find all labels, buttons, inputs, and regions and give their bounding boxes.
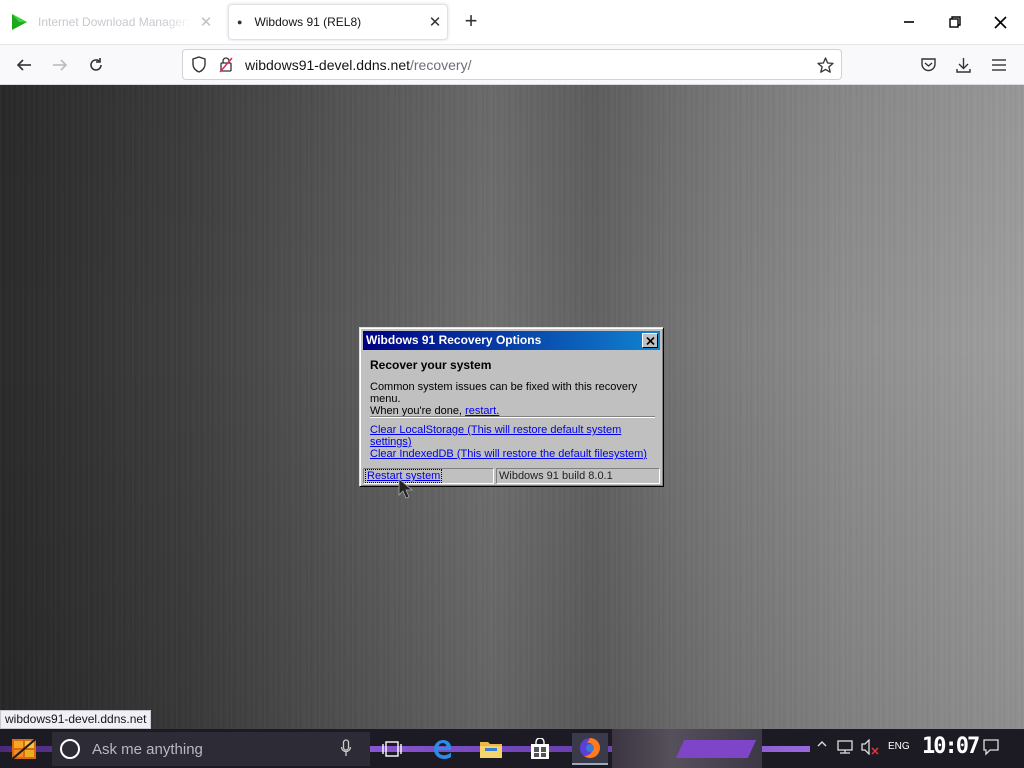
clear-localstorage-link[interactable]: Clear LocalStorage (This will restore de… [370,424,663,448]
insecure-lock-icon[interactable] [219,56,235,74]
tab-close-icon[interactable]: ✕ [423,13,447,31]
taskbar-search-box[interactable]: Ask me anything [52,732,370,766]
url-path: /recovery/ [410,56,472,73]
close-icon [993,15,1007,29]
address-bar[interactable]: wibdows91-devel.ddns.net/recovery/ [182,49,842,80]
taskbar-clock[interactable]: 10:07 [922,734,980,759]
url-text: wibdows91-devel.ddns.net/recovery/ [245,57,471,73]
close-icon [645,336,655,345]
tab-wibdows[interactable]: ● Wibdows 91 (REL8) ✕ [228,4,448,40]
bookmark-star-icon[interactable] [815,55,835,75]
hamburger-menu-icon [992,59,1006,71]
downloads-button[interactable] [949,51,977,79]
microphone-icon[interactable] [340,739,352,762]
link-hover-status: wibdows91-devel.ddns.net [0,710,152,729]
back-button[interactable] [10,51,38,79]
cortana-circle-icon [60,739,80,759]
url-host: wibdows91-devel.ddns.net [245,56,410,73]
network-icon[interactable] [836,739,854,755]
dialog-title-bar[interactable]: Wibdows 91 Recovery Options [363,331,660,350]
file-explorer-taskbar-button[interactable] [473,733,509,765]
build-version-label: Wibdows 91 build 8.0.1 [496,468,660,484]
file-explorer-icon [480,742,502,758]
new-tab-button[interactable]: + [458,9,484,35]
task-view-icon [382,741,402,757]
dialog-heading: Recover your system [370,358,492,372]
recovery-options-dialog: Wibdows 91 Recovery Options Recover your… [359,327,664,487]
edge-taskbar-button[interactable] [425,733,461,765]
taskbar-decoration-accent [675,740,757,758]
pocket-icon [920,58,936,72]
store-icon [531,738,549,759]
input-language-indicator[interactable]: ENG [888,741,910,752]
close-window-button[interactable] [980,8,1020,36]
tab-idm[interactable]: Internet Download Manager: The fa ✕ [4,4,218,40]
store-taskbar-button[interactable] [522,733,558,765]
dialog-separator [370,416,655,418]
edge-icon [434,740,452,759]
back-arrow-icon [16,59,31,71]
status-cell-restart: Restart system [363,468,494,484]
start-logo-icon [10,736,38,762]
show-hidden-icons-chevron-icon[interactable] [816,739,828,749]
taskbar: Ask me anything ENG 10:07 [0,729,1024,768]
forward-button[interactable] [46,51,74,79]
tab-strip: Internet Download Manager: The fa ✕ ● Wi… [0,0,1024,44]
minimize-icon [904,21,914,23]
start-button[interactable] [6,733,42,765]
volume-muted-icon[interactable] [860,739,880,755]
tab-close-icon[interactable]: ✕ [194,13,218,31]
system-tray: ENG 10:07 [810,729,1024,768]
tracking-protection-shield-icon[interactable] [191,56,209,74]
tab-loading-dot-icon: ● [237,17,243,27]
navigation-bar: wibdows91-devel.ddns.net/recovery/ [0,44,1024,85]
firefox-icon [580,738,600,758]
restore-button[interactable] [935,8,975,36]
dialog-description: Common system issues can be fixed with t… [370,381,660,417]
restore-icon [949,16,961,28]
search-placeholder: Ask me anything [92,740,203,758]
forward-arrow-icon [53,59,68,71]
description-line-1: Common system issues can be fixed with t… [370,381,638,405]
minimize-button[interactable] [889,8,929,36]
idm-play-icon [10,13,28,31]
dialog-title: Wibdows 91 Recovery Options [366,333,542,347]
tab-title: Internet Download Manager: The fa [38,15,194,29]
reload-icon [90,58,102,71]
task-view-button[interactable] [374,733,410,765]
mouse-cursor-icon [398,478,414,505]
app-menu-button[interactable] [985,51,1013,79]
clear-indexeddb-link[interactable]: Clear IndexedDB (This will restore the d… [370,448,647,460]
firefox-taskbar-button[interactable] [572,733,608,765]
action-center-notification-icon[interactable] [982,738,1000,756]
download-icon [955,57,971,73]
pocket-button[interactable] [914,51,942,79]
reload-button[interactable] [82,51,110,79]
dialog-close-button[interactable] [642,333,658,348]
tab-title: Wibdows 91 (REL8) [254,15,362,29]
